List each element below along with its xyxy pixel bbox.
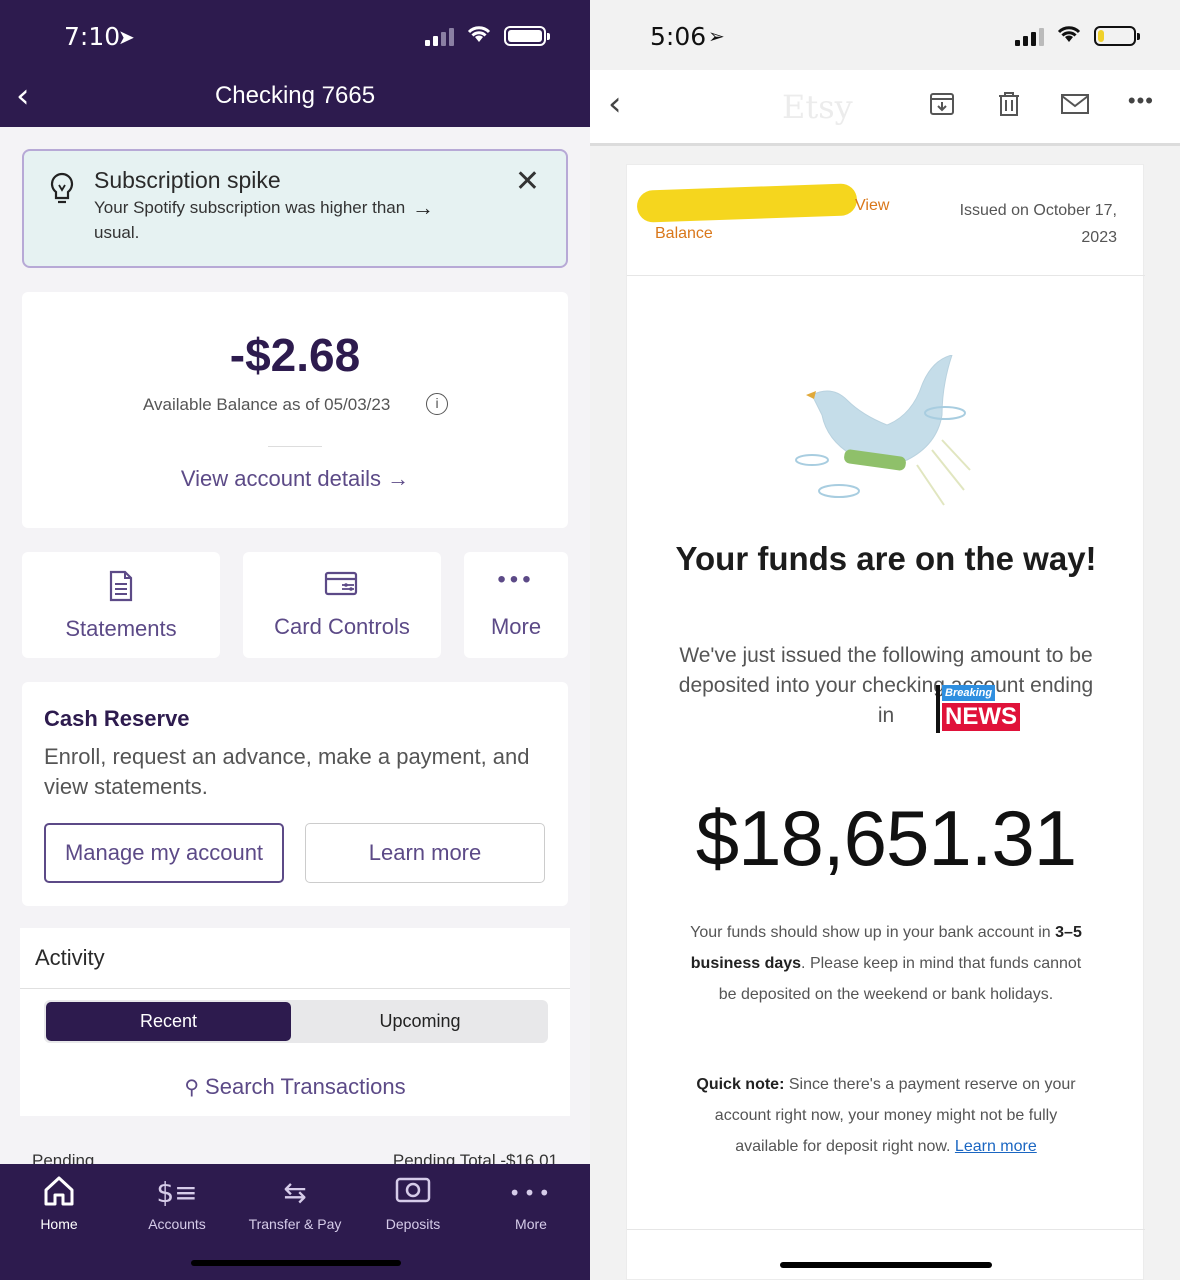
balance-amount: -$2.68 bbox=[229, 329, 361, 381]
wifi-icon bbox=[466, 24, 492, 47]
card-settings-icon bbox=[243, 570, 441, 605]
email-headline: Your funds are on the way! bbox=[675, 540, 1097, 577]
tab-deposits-label: Deposits bbox=[385, 1216, 441, 1232]
home-indicator bbox=[191, 1260, 401, 1266]
balance-label: Available Balance as of 05/03/23 bbox=[143, 395, 391, 414]
location-arrow-icon: ➢ bbox=[708, 26, 725, 48]
document-icon bbox=[22, 570, 220, 609]
more-label: More bbox=[490, 614, 542, 639]
trash-icon[interactable] bbox=[995, 90, 1023, 118]
breaking-news-overlay: Breaking NEWS bbox=[936, 685, 1032, 733]
mail-icon[interactable] bbox=[1060, 90, 1090, 118]
statements-label: Statements bbox=[65, 616, 177, 641]
email-header: View Balance Issued on October 17, 2023 bbox=[627, 165, 1145, 276]
alert-body: Your Spotify subscription was higher tha… bbox=[94, 198, 406, 242]
balance-link[interactable]: Balance bbox=[655, 225, 713, 243]
tab-upcoming[interactable]: Upcoming bbox=[294, 1002, 546, 1041]
status-icons bbox=[425, 24, 550, 47]
subscription-alert[interactable]: Subscription spike Your Spotify subscrip… bbox=[22, 149, 568, 268]
faded-sender-logo: Etsy bbox=[782, 88, 853, 126]
card-controls-label: Card Controls bbox=[274, 614, 410, 639]
tab-transfer-pay[interactable]: ⇆ Transfer & Pay bbox=[236, 1174, 354, 1232]
tab-more[interactable]: ••• More bbox=[472, 1174, 590, 1232]
tab-more-label: More bbox=[515, 1216, 547, 1232]
home-icon bbox=[0, 1174, 118, 1212]
dove-illustration bbox=[795, 355, 971, 506]
search-transactions-label: Search Transactions bbox=[205, 1074, 406, 1099]
breaking-label: Breaking bbox=[942, 685, 996, 701]
search-transactions-link[interactable]: ⚲ Search Transactions bbox=[20, 1074, 570, 1100]
manage-account-button[interactable]: Manage my account bbox=[44, 823, 284, 883]
back-button[interactable]: ‹ bbox=[608, 84, 622, 124]
cash-reserve-text: Enroll, request an advance, make a payme… bbox=[44, 744, 530, 799]
cash-reserve-card: Cash Reserve Enroll, request an advance,… bbox=[22, 682, 568, 906]
signal-icon bbox=[425, 26, 454, 46]
tab-home[interactable]: Home bbox=[0, 1174, 118, 1232]
learn-more-link[interactable]: Learn more bbox=[955, 1138, 1037, 1155]
status-time: 7:10 bbox=[64, 22, 121, 51]
close-icon[interactable]: ✕ bbox=[515, 165, 540, 199]
more-options-icon[interactable]: ••• bbox=[1128, 88, 1154, 114]
view-account-details-link[interactable]: View account details → bbox=[22, 466, 568, 492]
signal-icon bbox=[1015, 26, 1044, 46]
tab-home-label: Home bbox=[40, 1216, 78, 1232]
view-account-details-label: View account details bbox=[180, 466, 382, 491]
para1-pre: Your funds should show up in your bank a… bbox=[690, 924, 1056, 941]
issued-date: Issued on October 17, 2023 bbox=[959, 202, 1117, 246]
battery-low-icon bbox=[1094, 25, 1140, 46]
tab-accounts[interactable]: $≡ Accounts bbox=[118, 1174, 236, 1232]
view-balance-link[interactable]: View bbox=[855, 197, 889, 215]
activity-title: Activity bbox=[35, 945, 105, 970]
quick-note-label: Quick note: bbox=[696, 1076, 785, 1093]
status-icons bbox=[1015, 24, 1140, 47]
wifi-icon bbox=[1056, 24, 1082, 47]
location-arrow-icon: ➤ bbox=[118, 27, 135, 49]
email-toolbar: ‹ Etsy ••• bbox=[590, 70, 1180, 146]
camera-icon bbox=[354, 1174, 472, 1212]
transfer-arrows-icon: ⇆ bbox=[283, 1176, 307, 1209]
search-icon: ⚲ bbox=[184, 1075, 200, 1099]
card-controls-button[interactable]: Card Controls bbox=[243, 552, 441, 658]
activity-card: Activity Recent Upcoming ⚲ Search Transac… bbox=[20, 928, 570, 1116]
divider bbox=[627, 1229, 1145, 1230]
tab-recent[interactable]: Recent bbox=[46, 1002, 291, 1041]
email-subtext: We've just issued the following amount t… bbox=[678, 644, 1094, 727]
ellipsis-icon: ••• bbox=[497, 566, 535, 593]
learn-more-button[interactable]: Learn more bbox=[305, 823, 545, 883]
page-title: Checking 7665 bbox=[214, 82, 376, 109]
deposit-amount: $18,651.31 bbox=[695, 794, 1077, 882]
status-time: 5:06 bbox=[650, 22, 707, 51]
statements-button[interactable]: Statements bbox=[22, 552, 220, 658]
home-indicator bbox=[780, 1262, 992, 1268]
tab-transfer-label: Transfer & Pay bbox=[248, 1216, 342, 1232]
tab-deposits[interactable]: Deposits bbox=[354, 1174, 472, 1232]
email-screen: 5:06 ➢ ‹ Etsy ••• View Balance Issued on… bbox=[590, 0, 1180, 1280]
lightbulb-icon bbox=[50, 172, 74, 204]
more-actions-button[interactable]: ••• More bbox=[464, 552, 568, 658]
info-icon[interactable]: i bbox=[426, 393, 448, 415]
funds-timing-text: Your funds should show up in your bank a… bbox=[681, 917, 1091, 1010]
email-body: View Balance Issued on October 17, 2023 … bbox=[626, 164, 1145, 1280]
redaction-mark bbox=[636, 183, 858, 223]
quick-note-text: Quick note: Since there's a payment rese… bbox=[693, 1069, 1079, 1162]
cash-reserve-title: Cash Reserve bbox=[44, 706, 190, 731]
arrow-right-icon: → bbox=[387, 466, 410, 491]
activity-segmented-control: Recent Upcoming bbox=[44, 1000, 548, 1043]
app-header: 7:10 ➤ ‹ Checking 7665 bbox=[0, 0, 590, 127]
text-cursor bbox=[936, 685, 940, 733]
balance-card: -$2.68 Available Balance as of 05/03/23 … bbox=[22, 292, 568, 528]
alert-title: Subscription spike bbox=[94, 167, 281, 193]
dollar-list-icon: $≡ bbox=[156, 1176, 198, 1209]
news-label: NEWS bbox=[942, 703, 1020, 731]
arrow-right-icon[interactable]: → bbox=[412, 195, 434, 221]
tab-accounts-label: Accounts bbox=[148, 1216, 206, 1232]
archive-icon[interactable] bbox=[928, 90, 956, 118]
ellipsis-icon: ••• bbox=[508, 1181, 554, 1205]
banking-app-screen: 7:10 ➤ ‹ Checking 7665 Subscription spik… bbox=[0, 0, 590, 1280]
divider bbox=[268, 446, 322, 447]
divider bbox=[20, 988, 570, 989]
battery-icon bbox=[504, 25, 550, 46]
